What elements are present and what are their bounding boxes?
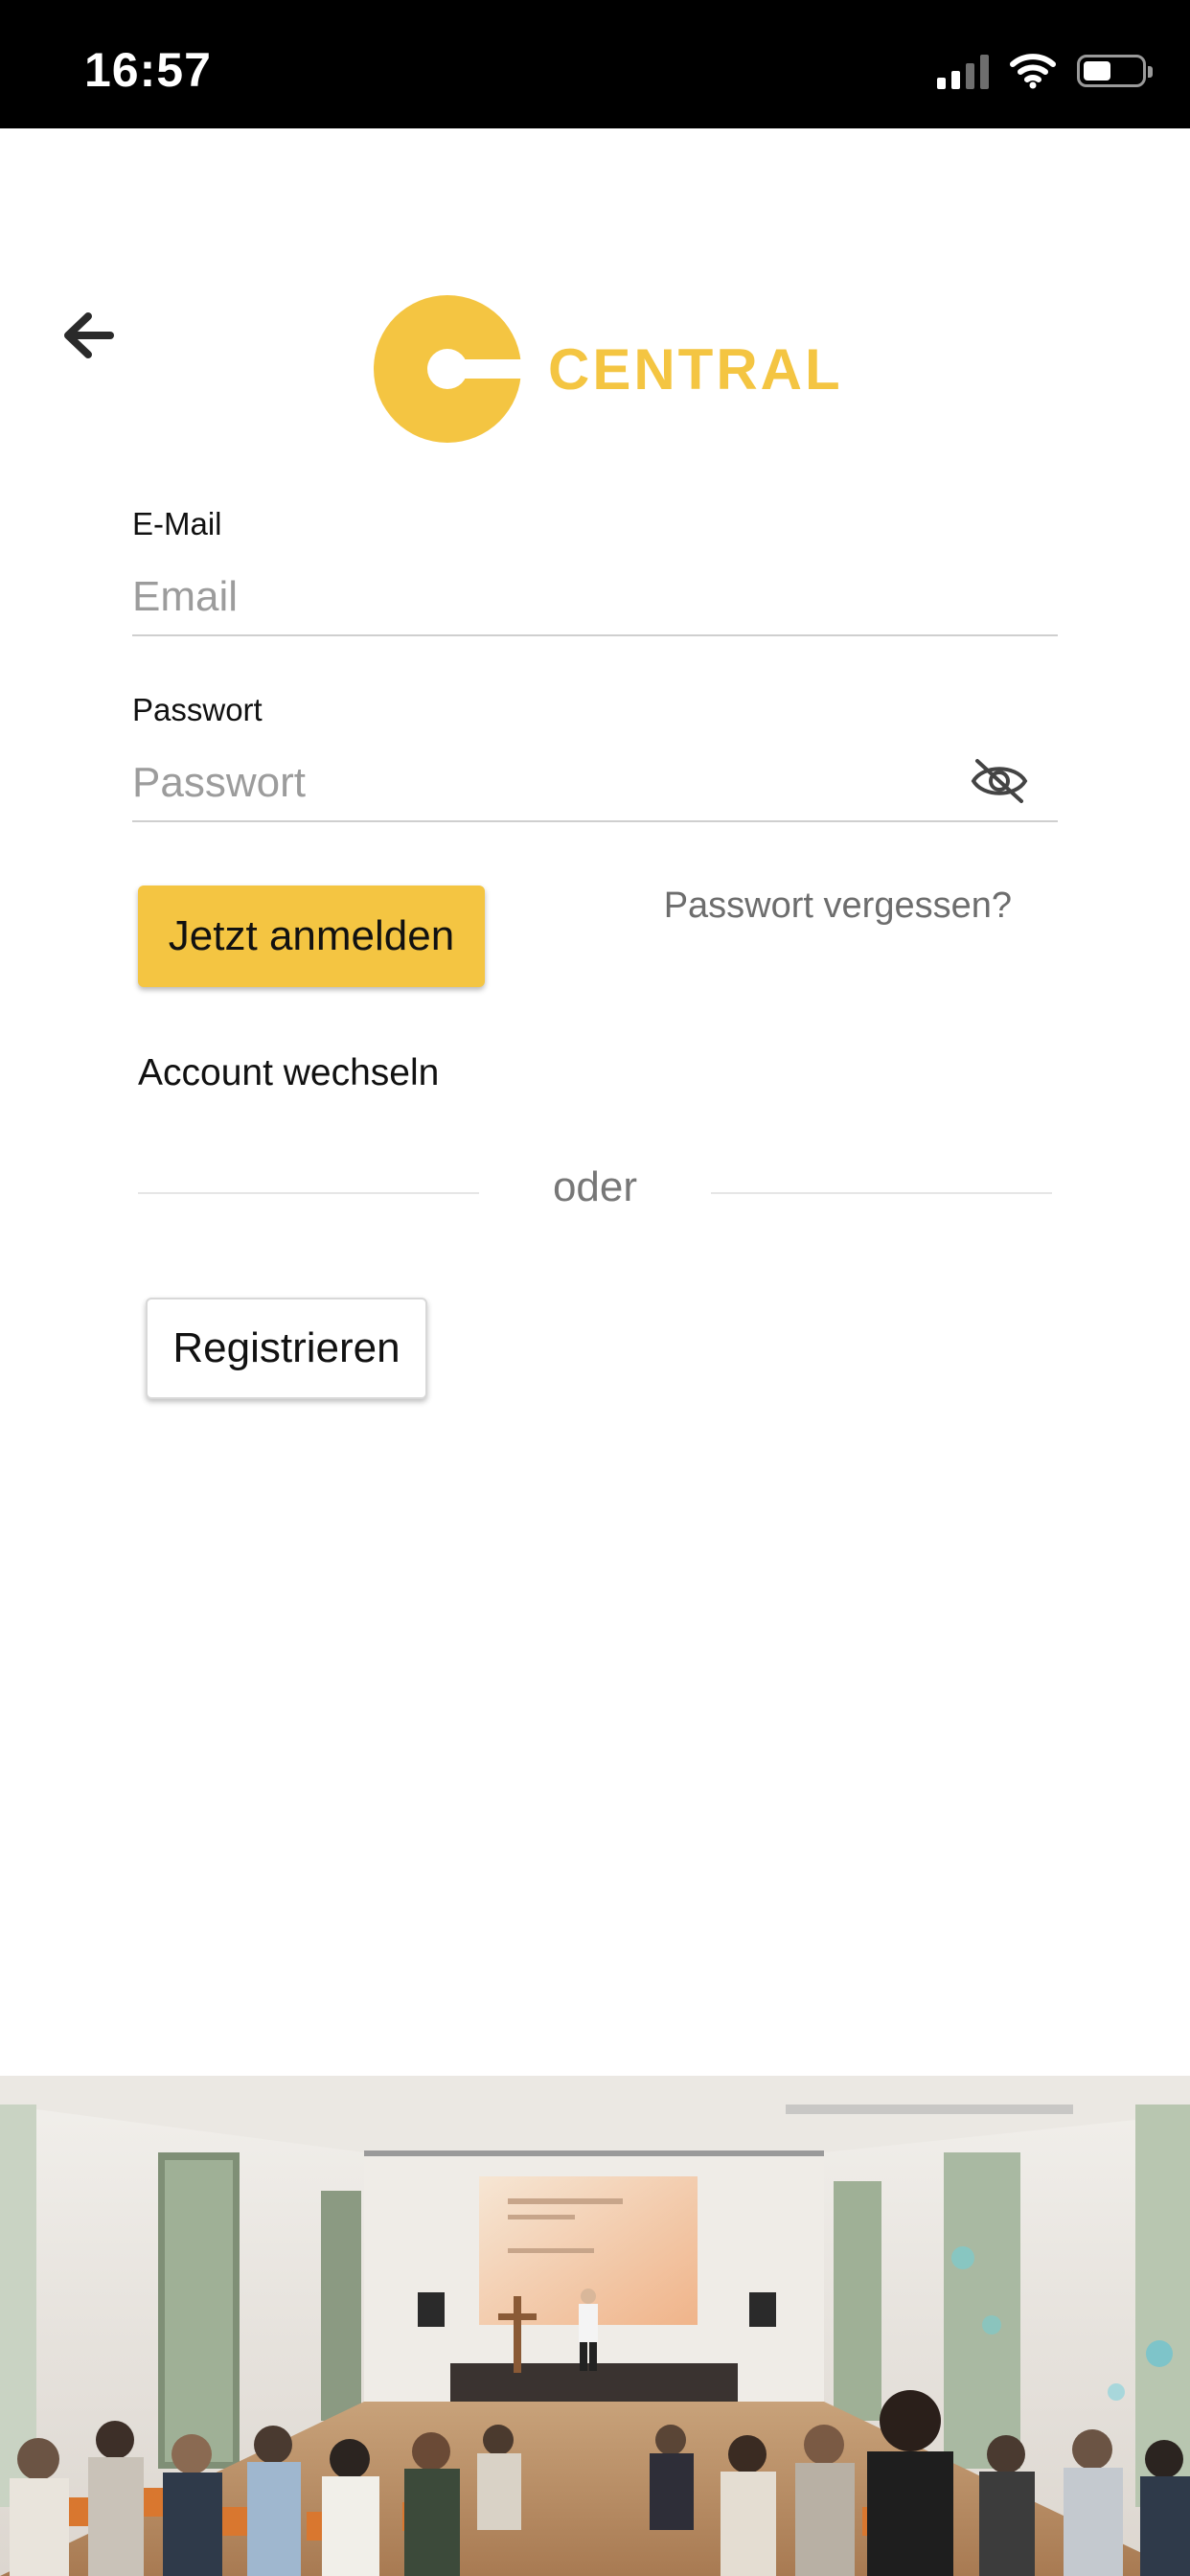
battery-icon xyxy=(1077,55,1153,87)
register-button[interactable]: Registrieren xyxy=(146,1298,427,1399)
arrow-left-icon xyxy=(64,312,114,358)
hero-photo xyxy=(0,2076,1190,2576)
brand-logo: CENTRAL xyxy=(374,295,843,443)
divider-right xyxy=(711,1192,1052,1194)
login-button[interactable]: Jetzt anmelden xyxy=(138,886,485,987)
logo-mark-icon xyxy=(374,295,521,443)
email-label: E-Mail xyxy=(132,506,222,541)
forgot-password-link[interactable]: Passwort vergessen? xyxy=(664,886,1012,927)
password-input[interactable] xyxy=(132,746,1058,822)
password-label: Passwort xyxy=(132,692,263,727)
brand-name: CENTRAL xyxy=(548,336,843,402)
switch-account-link[interactable]: Account wechseln xyxy=(138,1052,439,1094)
email-input[interactable] xyxy=(132,560,1058,636)
eye-off-icon[interactable] xyxy=(968,755,1031,807)
status-icons xyxy=(937,50,1153,92)
cellular-signal-icon xyxy=(937,53,989,89)
status-bar: 16:57 xyxy=(0,0,1190,128)
wifi-icon xyxy=(1010,54,1056,89)
status-time: 16:57 xyxy=(84,43,212,97)
divider-or: oder xyxy=(552,1163,638,1210)
back-button[interactable] xyxy=(57,305,119,366)
